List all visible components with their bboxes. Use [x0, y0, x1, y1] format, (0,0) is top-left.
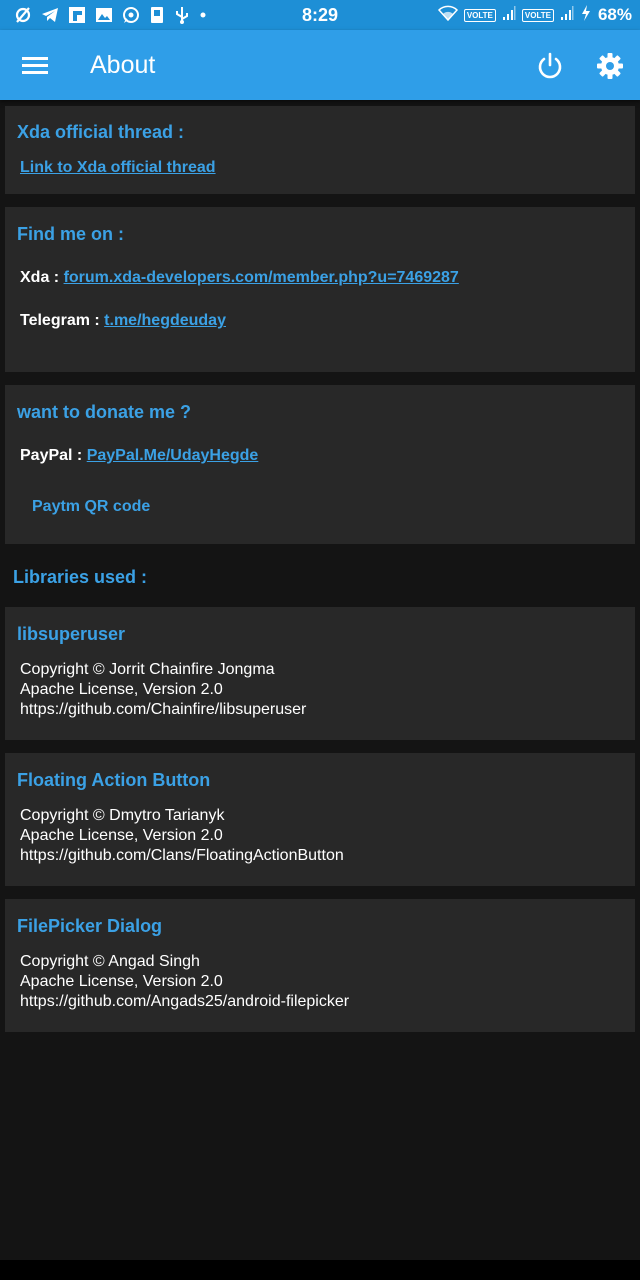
xda-thread-title: Xda official thread : [17, 122, 185, 142]
donate-title: want to donate me ? [17, 402, 192, 422]
telegram-link[interactable]: t.me/hegdeuday [104, 312, 226, 329]
paytm-qr-button[interactable]: Paytm QR code [32, 498, 150, 516]
status-bar: 8:29 VOLTE VOLTE 68% [0, 0, 640, 30]
xda-thread-card: Xda official thread : Link to Xda offici… [5, 106, 635, 194]
library-details: Copyright © Dmytro Tarianyk Apache Licen… [20, 806, 344, 866]
xda-thread-row: Link to Xda official thread [20, 159, 216, 177]
app-bar: About [0, 30, 640, 100]
library-url: https://github.com/Chainfire/libsuperuse… [20, 701, 307, 718]
paypal-link[interactable]: PayPal.Me/UdayHegde [87, 447, 259, 464]
library-card: Floating Action Button Copyright © Dmytr… [5, 753, 635, 886]
library-license: Apache License, Version 2.0 [20, 827, 223, 844]
library-license: Apache License, Version 2.0 [20, 973, 223, 990]
library-copyright: Copyright © Dmytro Tarianyk [20, 807, 225, 824]
paypal-label: PayPal : [20, 447, 87, 464]
signal-icon-2 [560, 5, 574, 26]
library-url: https://github.com/Clans/FloatingActionB… [20, 847, 344, 864]
find-me-card: Find me on : Xda : forum.xda-developers.… [5, 207, 635, 372]
library-copyright: Copyright © Jorrit Chainfire Jongma [20, 661, 275, 678]
gear-icon[interactable] [594, 50, 626, 82]
libraries-section-title: Libraries used : [13, 567, 148, 587]
donate-card: want to donate me ? PayPal : PayPal.Me/U… [5, 385, 635, 544]
find-me-title: Find me on : [17, 224, 124, 244]
library-details: Copyright © Jorrit Chainfire Jongma Apac… [20, 660, 306, 720]
paypal-row: PayPal : PayPal.Me/UdayHegde [20, 447, 258, 465]
xda-profile-row: Xda : forum.xda-developers.com/member.ph… [20, 269, 459, 287]
library-details: Copyright © Angad Singh Apache License, … [20, 952, 349, 1012]
library-name: FilePicker Dialog [17, 916, 163, 936]
volte-badge: VOLTE [463, 8, 496, 22]
battery-percent: 68% [597, 5, 632, 24]
system-icons: VOLTE VOLTE 68% [437, 4, 632, 27]
library-card: libsuperuser Copyright © Jorrit Chainfir… [5, 607, 635, 740]
navigation-bar [0, 1260, 640, 1280]
page-title: About [90, 51, 156, 79]
xda-label: Xda : [20, 269, 64, 286]
menu-icon[interactable] [18, 51, 52, 79]
library-license: Apache License, Version 2.0 [20, 681, 223, 698]
library-card: FilePicker Dialog Copyright © Angad Sing… [5, 899, 635, 1032]
library-name: libsuperuser [17, 624, 126, 644]
xda-profile-link[interactable]: forum.xda-developers.com/member.php?u=74… [64, 269, 459, 286]
signal-icon [502, 5, 516, 26]
telegram-row: Telegram : t.me/hegdeuday [20, 312, 226, 330]
wifi-icon [437, 5, 458, 26]
volte-badge-2: VOLTE [521, 8, 554, 22]
battery-charging-icon [580, 4, 592, 27]
power-icon[interactable] [534, 50, 566, 82]
library-copyright: Copyright © Angad Singh [20, 953, 200, 970]
library-url: https://github.com/Angads25/android-file… [20, 993, 350, 1010]
xda-thread-link[interactable]: Link to Xda official thread [20, 159, 216, 176]
library-name: Floating Action Button [17, 770, 211, 790]
telegram-label: Telegram : [20, 312, 105, 329]
